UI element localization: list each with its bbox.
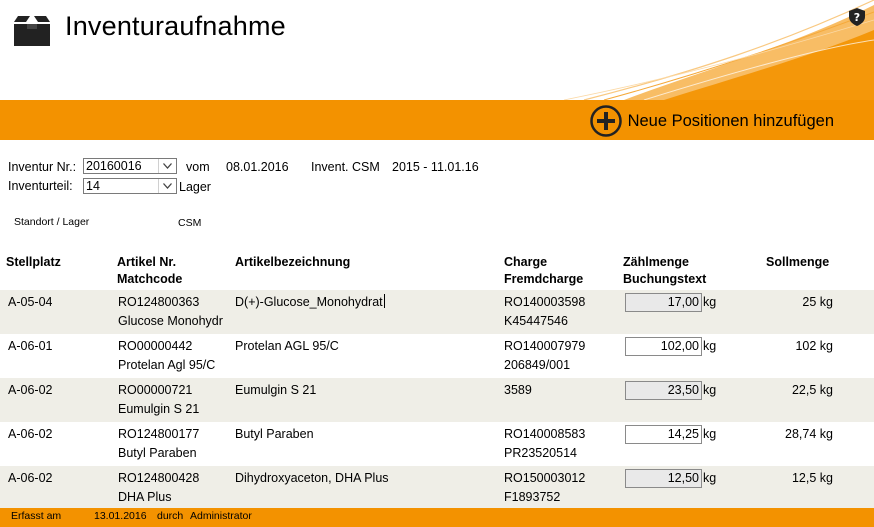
inventur-nr-label: Inventur Nr.:	[8, 160, 77, 174]
zaehlmenge-input[interactable]: 23,50	[625, 381, 702, 400]
cell-matchcode: Glucose Monohydr	[118, 314, 223, 328]
table-header: Stellplatz Artikel Nr. Matchcode Artikel…	[0, 254, 874, 290]
chevron-down-icon[interactable]	[158, 179, 176, 193]
cell-sollmenge: 25 kg	[802, 295, 833, 309]
col-fremdcharge: Fremdcharge	[504, 272, 584, 286]
cell-charge: RO140008583	[504, 427, 586, 441]
col-buchungstext: Buchungstext	[623, 272, 707, 286]
cell-matchcode: Butyl Paraben	[118, 446, 197, 460]
cell-unit: kg	[703, 383, 717, 397]
cell-sollmenge: 102 kg	[795, 339, 833, 353]
cell-fremdcharge: PR23520514	[504, 446, 577, 460]
decorative-swoosh	[563, 0, 874, 100]
standort-label: Standort / Lager	[14, 216, 90, 228]
lager-label: Lager	[179, 180, 211, 194]
cell-artikel-nr: RO00000721	[118, 383, 193, 397]
cell-artikel-nr: RO124800177	[118, 427, 200, 441]
cell-bezeichnung[interactable]: Butyl Paraben	[235, 425, 314, 444]
zaehlmenge-input[interactable]: 12,50	[625, 469, 702, 488]
invent-label: Invent. CSM	[311, 160, 380, 174]
cell-artikel-nr: RO124800428	[118, 471, 200, 485]
cell-matchcode: DHA Plus	[118, 490, 172, 504]
cell-bezeichnung[interactable]: Dihydroxyaceton, DHA Plus	[235, 469, 389, 488]
erfasst-date: 13.01.2016	[94, 510, 147, 522]
table-row: A-06-02 RO124800177 Butyl Paraben Butyl …	[0, 422, 874, 466]
page-title: Inventuraufnahme	[65, 11, 286, 41]
cell-bezeichnung: D(+)-Glucose_Monohydrat	[235, 295, 383, 309]
erfasst-label: Erfasst am	[11, 510, 62, 522]
cell-matchcode: Eumulgin S 21	[118, 402, 200, 416]
cell-charge: RO150003012	[504, 471, 586, 485]
app-header: Inventuraufnahme ?	[0, 0, 874, 100]
col-charge: Charge	[504, 255, 548, 269]
vom-date: 08.01.2016	[226, 160, 289, 174]
inventur-nr-select[interactable]: 20160016	[83, 158, 177, 174]
inventurteil-select[interactable]: 14	[83, 178, 177, 194]
cell-artikel-nr: RO124800363	[118, 295, 200, 309]
cell-charge: RO140003598	[504, 295, 586, 309]
cell-charge: RO140007979	[504, 339, 586, 353]
vom-label: vom	[186, 160, 210, 174]
cell-stellplatz: A-06-02	[8, 427, 53, 441]
chevron-down-icon[interactable]	[158, 159, 176, 173]
add-positions-button[interactable]: Neue Positionen hinzufügen	[589, 105, 834, 137]
zaehlmenge-input[interactable]: 17,00	[625, 293, 702, 312]
table-row: A-06-02 RO00000721 Eumulgin S 21 Eumulgi…	[0, 378, 874, 422]
cell-unit: kg	[703, 427, 717, 441]
cell-charge: 3589	[504, 383, 532, 397]
col-zaehlmenge: Zählmenge	[623, 255, 689, 269]
plus-circle-icon	[589, 105, 622, 137]
box-icon	[14, 16, 50, 46]
inventur-nr-value: 20160016	[86, 159, 142, 173]
table-row: A-05-04 RO124800363 Glucose Monohydr D(+…	[0, 290, 874, 334]
col-sollmenge: Sollmenge	[766, 255, 830, 269]
durch-label: durch	[157, 510, 184, 522]
inventurteil-value: 14	[86, 179, 100, 193]
cell-fremdcharge: K45447546	[504, 314, 568, 328]
inventurteil-label: Inventurteil:	[8, 179, 73, 193]
table-row: A-06-02 RO124800428 DHA Plus Dihydroxyac…	[0, 466, 874, 510]
cell-bezeichnung-editor[interactable]: D(+)-Glucose_Monohydrat	[235, 293, 385, 312]
cell-stellplatz: A-05-04	[8, 295, 53, 309]
invent-range: 2015 - 11.01.16	[392, 160, 479, 174]
zaehlmenge-input[interactable]: 102,00	[625, 337, 702, 356]
status-footer: Erfasst am 13.01.2016 durch Administrato…	[0, 508, 874, 527]
add-positions-label: Neue Positionen hinzufügen	[627, 111, 834, 130]
cell-unit: kg	[703, 339, 717, 353]
cell-stellplatz: A-06-02	[8, 471, 53, 485]
cell-artikel-nr: RO00000442	[118, 339, 193, 353]
col-stellplatz: Stellplatz	[6, 255, 61, 269]
cell-sollmenge: 22,5 kg	[791, 383, 833, 397]
cell-fremdcharge: 206849/001	[504, 358, 571, 372]
cell-bezeichnung[interactable]: Eumulgin S 21	[235, 381, 316, 400]
text-cursor	[383, 294, 385, 308]
table-row: A-06-01 RO00000442 Protelan Agl 95/C Pro…	[0, 334, 874, 378]
col-artikel-nr: Artikel Nr.	[117, 255, 177, 269]
cell-sollmenge: 28,74 kg	[785, 427, 833, 441]
col-bezeichnung: Artikelbezeichnung	[235, 255, 351, 269]
cell-unit: kg	[703, 471, 717, 485]
zaehlmenge-input[interactable]: 14,25	[625, 425, 702, 444]
cell-stellplatz: A-06-01	[8, 339, 53, 353]
cell-sollmenge: 12,5 kg	[791, 471, 833, 485]
cell-stellplatz: A-06-02	[8, 383, 53, 397]
shield-question-icon[interactable]: ?	[849, 8, 865, 26]
col-matchcode: Matchcode	[117, 272, 183, 286]
cell-matchcode: Protelan Agl 95/C	[118, 358, 216, 372]
standort-value: CSM	[178, 217, 202, 229]
cell-fremdcharge: F1893752	[504, 490, 561, 504]
user-name: Administrator	[190, 510, 252, 522]
cell-bezeichnung[interactable]: Protelan AGL 95/C	[235, 337, 339, 356]
cell-unit: kg	[703, 295, 717, 309]
svg-text:?: ?	[854, 11, 860, 24]
